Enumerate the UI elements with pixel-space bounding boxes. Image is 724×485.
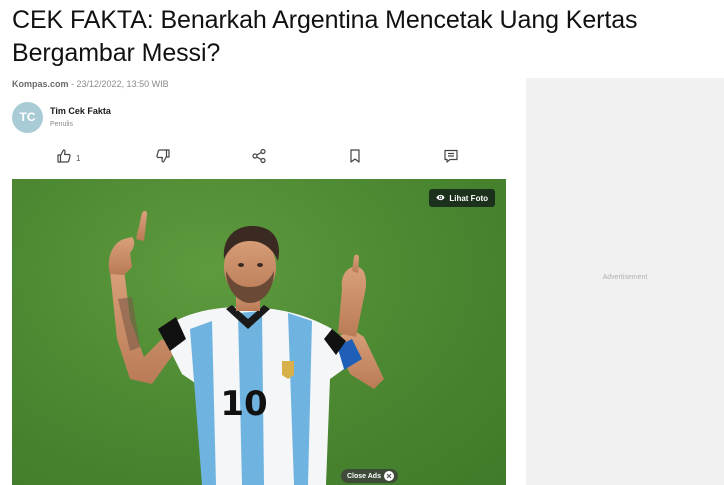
bookmark-button[interactable]	[347, 148, 363, 168]
article-meta: Kompas.com - 23/12/2022, 13:50 WIB	[12, 79, 169, 89]
lihat-foto-button[interactable]: Lihat Foto	[429, 189, 495, 207]
bookmark-icon	[347, 148, 363, 169]
author-name[interactable]: Tim Cek Fakta	[50, 106, 111, 116]
dislike-button[interactable]	[155, 148, 171, 168]
article-title: CEK FAKTA: Benarkah Argentina Mencetak U…	[12, 6, 638, 67]
author-role: Penulis	[50, 121, 73, 128]
messi-photo-illustration: 10	[108, 210, 384, 485]
close-ads-button[interactable]: Close Ads	[341, 469, 398, 483]
share-button[interactable]	[251, 148, 267, 168]
lihat-foto-label: Lihat Foto	[449, 193, 488, 203]
thumbs-up-icon	[56, 148, 72, 169]
close-ads-label: Close Ads	[347, 472, 381, 480]
like-count: 1	[76, 153, 81, 163]
meta-separator: -	[68, 79, 77, 89]
like-button[interactable]: 1	[56, 148, 80, 168]
jersey-number: 10	[220, 384, 267, 424]
comment-icon	[443, 148, 459, 169]
author-avatar[interactable]: TC	[12, 101, 43, 133]
close-icon	[383, 471, 394, 481]
author-text: Tim Cek Fakta Penulis	[50, 106, 111, 128]
author-block[interactable]: TC Tim Cek Fakta Penulis	[12, 101, 111, 133]
share-icon	[251, 148, 267, 169]
article-datetime: 23/12/2022, 13:50 WIB	[76, 79, 169, 89]
comment-button[interactable]	[443, 148, 459, 168]
article-source[interactable]: Kompas.com	[12, 79, 69, 89]
article-actions: 1	[12, 146, 506, 170]
advertisement-label: Advertisement	[602, 274, 648, 281]
eye-icon	[436, 193, 445, 204]
sidebar-advertisement[interactable]: Advertisement	[526, 78, 724, 485]
thumbs-down-icon	[155, 148, 171, 169]
article-photo[interactable]: 10 Lihat Foto Close Ads	[12, 179, 506, 485]
